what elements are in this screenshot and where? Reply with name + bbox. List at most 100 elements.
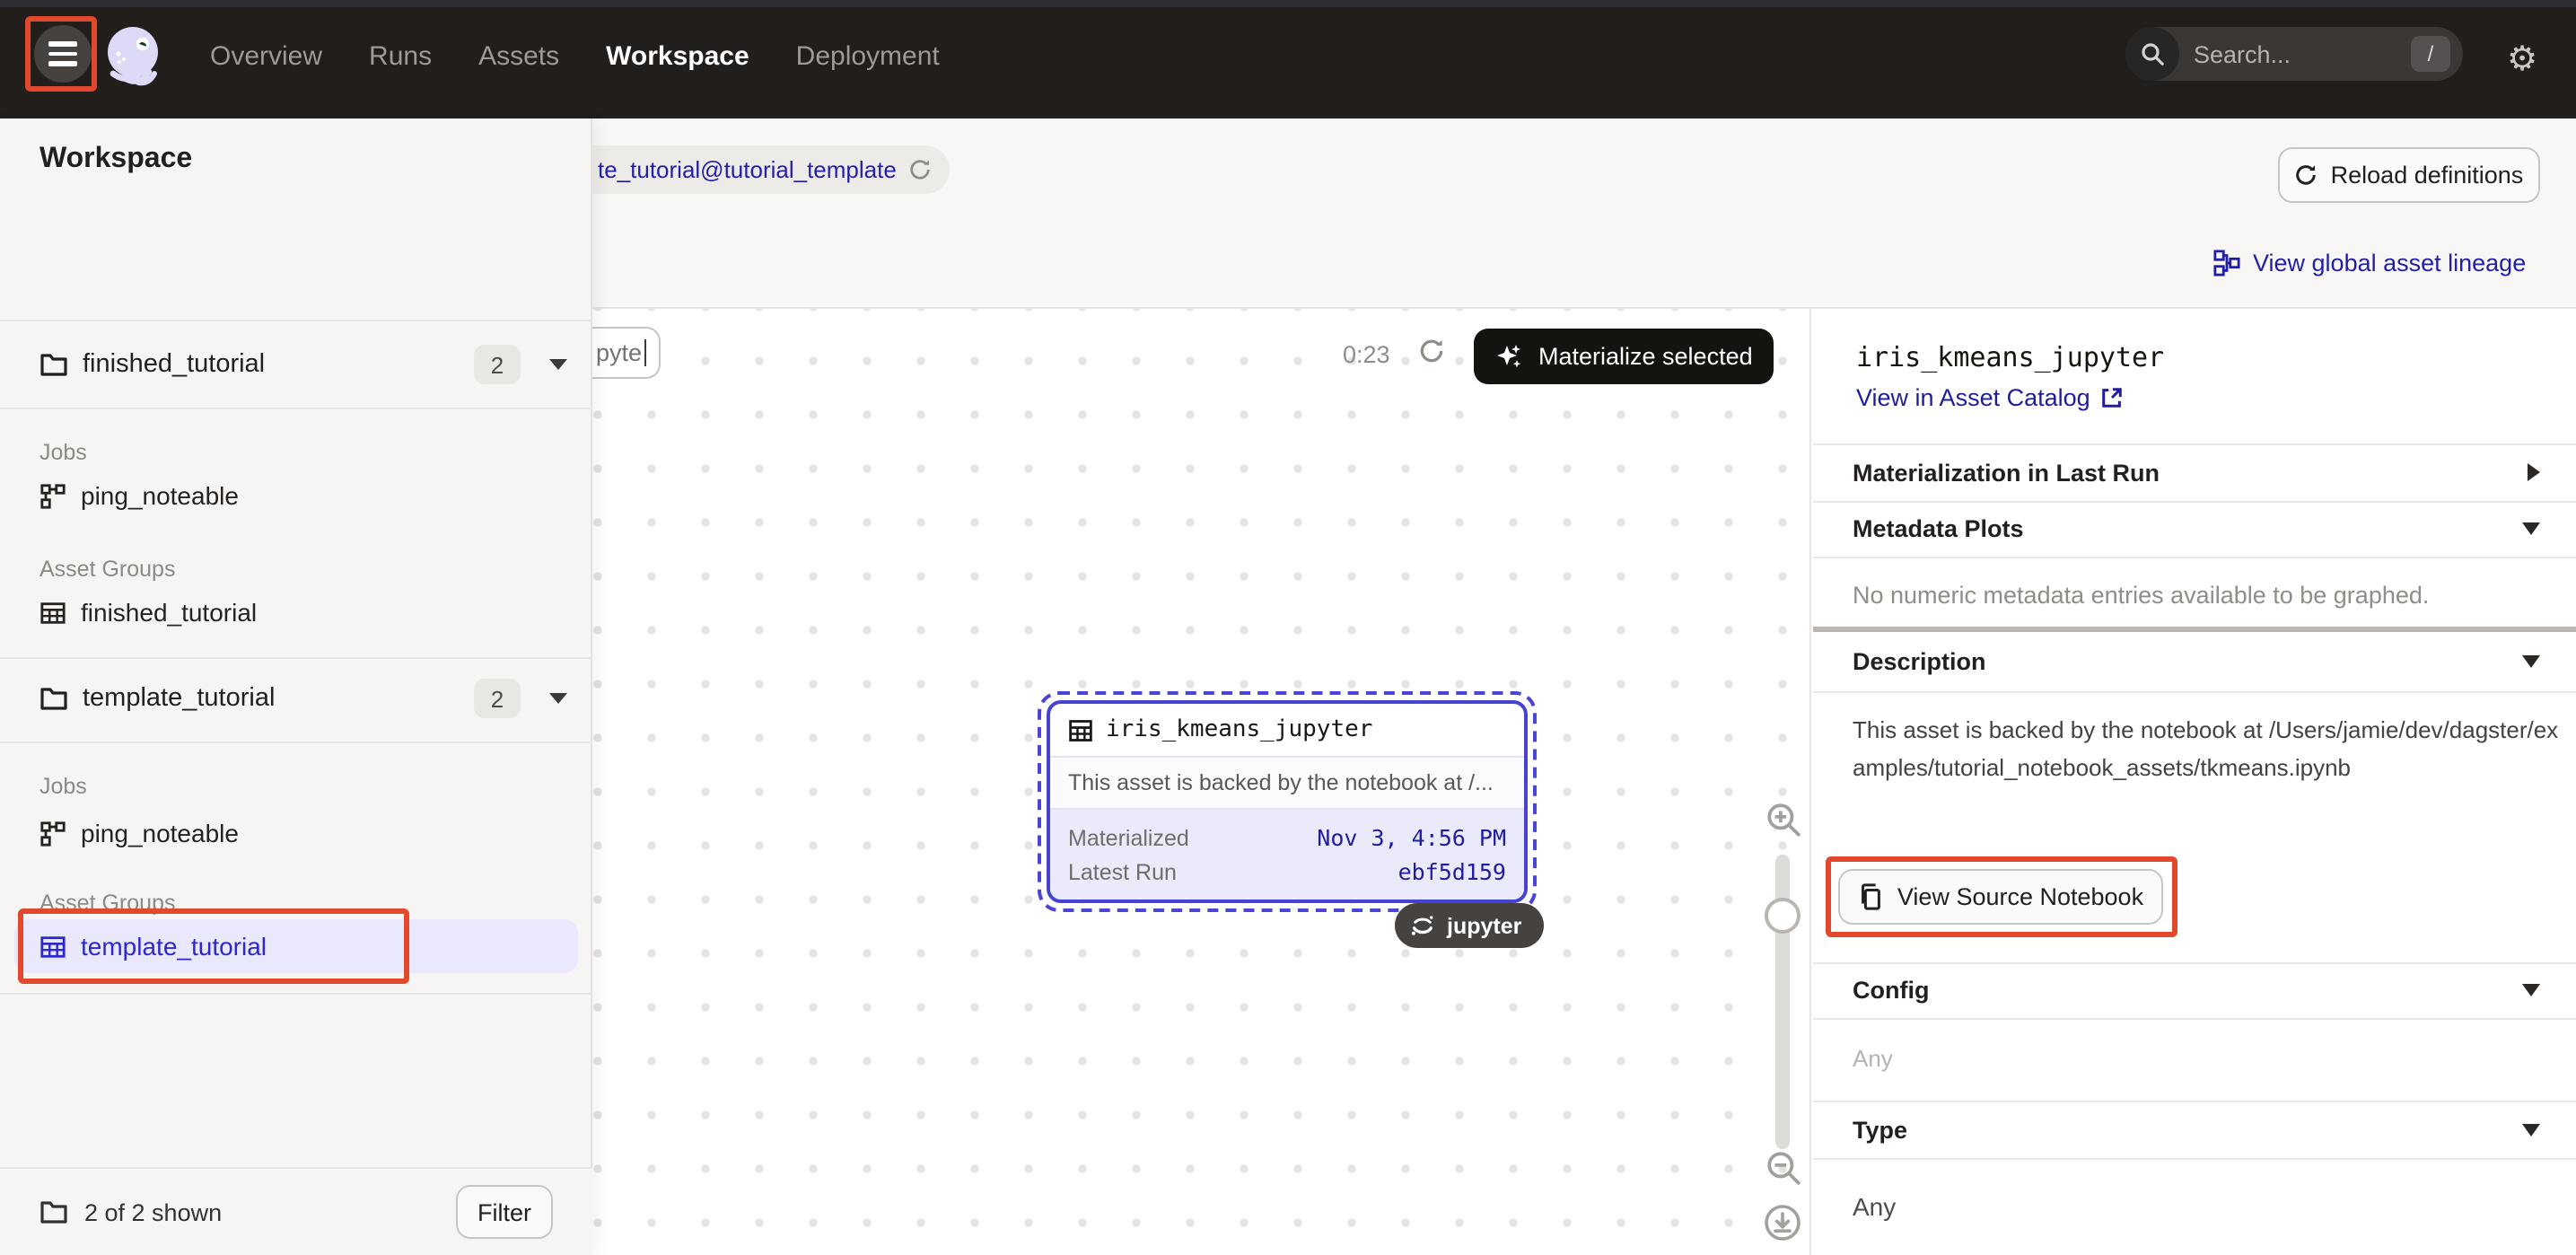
sidebar-repo-finished-tutorial[interactable]: finished_tutorial 2 bbox=[0, 321, 592, 408]
asset-groups-section-label: Asset Groups bbox=[39, 891, 175, 916]
section-header: Config bbox=[1853, 977, 1930, 1004]
description-text: This asset is backed by the notebook at … bbox=[1853, 711, 2567, 786]
external-link-icon bbox=[2101, 386, 2125, 409]
divider bbox=[0, 993, 592, 995]
reload-definitions-button[interactable]: Reload definitions bbox=[2278, 147, 2540, 203]
config-value: Any bbox=[1853, 1045, 1893, 1072]
sparkle-icon bbox=[1495, 342, 1524, 371]
asset-group-name: template_tutorial bbox=[81, 932, 267, 961]
materialize-selected-button[interactable]: Materialize selected bbox=[1474, 329, 1774, 384]
section-header: Materialization in Last Run bbox=[1853, 459, 2160, 486]
asset-group-icon bbox=[39, 599, 66, 626]
asset-detail-panel: iris_kmeans_jupyter View in Asset Catalo… bbox=[1813, 309, 2576, 1255]
sidebar-repo-template-tutorial[interactable]: template_tutorial 2 bbox=[0, 655, 592, 742]
nav-item-assets[interactable]: Assets bbox=[478, 40, 559, 71]
sidebar-group-finished-tutorial[interactable]: finished_tutorial bbox=[0, 585, 592, 639]
sidebar-title: Workspace bbox=[39, 144, 192, 176]
asset-groups-section-label: Asset Groups bbox=[39, 557, 175, 582]
compute-kind-label: jupyter bbox=[1447, 913, 1521, 938]
code-location-pill[interactable]: te_tutorial@tutorial_template bbox=[592, 145, 951, 194]
lineage-icon bbox=[2213, 250, 2240, 276]
divider bbox=[1813, 1018, 2576, 1020]
latest-run-label: Latest Run bbox=[1068, 859, 1177, 884]
filter-button[interactable]: Filter bbox=[456, 1185, 553, 1239]
asset-node-name: iris_kmeans_jupyter bbox=[1106, 716, 1372, 743]
materialized-label: Materialized bbox=[1068, 825, 1189, 850]
view-source-notebook-label: View Source Notebook bbox=[1897, 883, 2143, 910]
nav-item-overview[interactable]: Overview bbox=[210, 40, 322, 71]
chevron-down-icon[interactable] bbox=[549, 359, 567, 370]
refresh-icon[interactable] bbox=[1418, 338, 1445, 364]
chevron-down-icon bbox=[2522, 655, 2540, 668]
repo-count-badge: 2 bbox=[474, 345, 521, 384]
shown-count-label: 2 of 2 shown bbox=[84, 1198, 456, 1225]
text-cursor bbox=[644, 339, 646, 366]
graph-query-input[interactable]: pyte bbox=[592, 327, 661, 379]
zoom-slider-handle[interactable] bbox=[1765, 898, 1801, 934]
sidebar-footer: 2 of 2 shown Filter bbox=[0, 1167, 592, 1255]
slash-shortcut-badge: / bbox=[2411, 36, 2450, 72]
asset-node-selection: iris_kmeans_jupyter This asset is backed… bbox=[1038, 691, 1537, 912]
jobs-section-label: Jobs bbox=[39, 440, 87, 465]
nav-links: Overview Runs Assets Workspace Deploymen… bbox=[210, 0, 940, 111]
reload-location-icon[interactable] bbox=[909, 158, 933, 181]
gear-icon[interactable]: ⚙ bbox=[2501, 38, 2544, 81]
reload-icon bbox=[2295, 163, 2318, 187]
menu-button[interactable] bbox=[34, 25, 92, 83]
compute-kind-tag[interactable]: jupyter bbox=[1395, 903, 1543, 948]
search-input[interactable]: Search... / bbox=[2125, 27, 2463, 81]
latest-run-value[interactable]: ebf5d159 bbox=[1398, 858, 1506, 885]
section-materialization-last-run[interactable]: Materialization in Last Run bbox=[1813, 443, 2576, 501]
dagster-logo-icon[interactable] bbox=[102, 23, 167, 92]
divider bbox=[1813, 1158, 2576, 1160]
repo-name: template_tutorial bbox=[83, 684, 474, 713]
sidebar-job-ping-noteable-2[interactable]: ping_noteable bbox=[0, 806, 592, 860]
sidebar-job-ping-noteable[interactable]: ping_noteable bbox=[0, 469, 592, 522]
section-type[interactable]: Type bbox=[1813, 1101, 2576, 1158]
job-icon bbox=[39, 820, 66, 847]
folder-icon bbox=[39, 352, 68, 377]
nav-item-workspace[interactable]: Workspace bbox=[606, 40, 749, 71]
refresh-timer: 0:23 bbox=[1343, 341, 1390, 368]
folder-icon bbox=[39, 1199, 68, 1224]
section-header: Description bbox=[1853, 648, 1986, 675]
asset-node-header: iris_kmeans_jupyter bbox=[1050, 704, 1524, 758]
zoom-in-icon[interactable] bbox=[1765, 801, 1802, 838]
chevron-down-icon[interactable] bbox=[549, 693, 567, 704]
section-metadata-plots[interactable]: Metadata Plots bbox=[1813, 501, 2576, 557]
divider bbox=[0, 742, 592, 743]
chevron-right-icon bbox=[2528, 463, 2540, 481]
folder-icon bbox=[39, 686, 68, 711]
asset-node[interactable]: iris_kmeans_jupyter This asset is backed… bbox=[1047, 700, 1528, 903]
view-in-asset-catalog-link[interactable]: View in Asset Catalog bbox=[1856, 384, 2125, 411]
asset-group-icon bbox=[39, 933, 66, 960]
job-name: ping_noteable bbox=[81, 819, 239, 847]
repo-name: finished_tutorial bbox=[83, 350, 474, 379]
section-header: Metadata Plots bbox=[1853, 515, 2024, 542]
metadata-empty-text: No numeric metadata entries available to… bbox=[1853, 582, 2429, 609]
jobs-section-label: Jobs bbox=[39, 774, 87, 799]
asset-graph-canvas[interactable]: pyte 0:23 Materialize selected bbox=[592, 309, 1811, 1255]
divider bbox=[0, 408, 592, 409]
view-source-notebook-button[interactable]: View Source Notebook bbox=[1838, 869, 2163, 925]
nav-item-deployment[interactable]: Deployment bbox=[796, 40, 940, 71]
asset-node-stats: Materialized Nov 3, 4:56 PM Latest Run e… bbox=[1050, 810, 1524, 900]
download-image-icon[interactable] bbox=[1763, 1203, 1802, 1242]
hamburger-icon bbox=[48, 42, 77, 47]
divider bbox=[1813, 557, 2576, 558]
materialized-value[interactable]: Nov 3, 4:56 PM bbox=[1317, 824, 1506, 851]
zoom-out-icon[interactable] bbox=[1765, 1149, 1802, 1187]
search-placeholder: Search... bbox=[2194, 40, 2411, 67]
section-description[interactable]: Description bbox=[1813, 632, 2576, 691]
view-global-asset-lineage-link[interactable]: View global asset lineage bbox=[2213, 248, 2526, 278]
catalog-link-label: View in Asset Catalog bbox=[1856, 384, 2090, 411]
job-icon bbox=[39, 482, 66, 509]
section-config[interactable]: Config bbox=[1813, 962, 2576, 1018]
nav-item-runs[interactable]: Runs bbox=[369, 40, 432, 71]
sidebar-group-template-tutorial[interactable]: template_tutorial bbox=[14, 919, 578, 973]
graph-query-text: pyte bbox=[596, 339, 642, 366]
asset-detail-title: iris_kmeans_jupyter bbox=[1856, 341, 2164, 373]
materialize-selected-label: Materialize selected bbox=[1538, 343, 1753, 370]
search-icon bbox=[2125, 27, 2179, 81]
repo-count-badge: 2 bbox=[474, 679, 521, 718]
